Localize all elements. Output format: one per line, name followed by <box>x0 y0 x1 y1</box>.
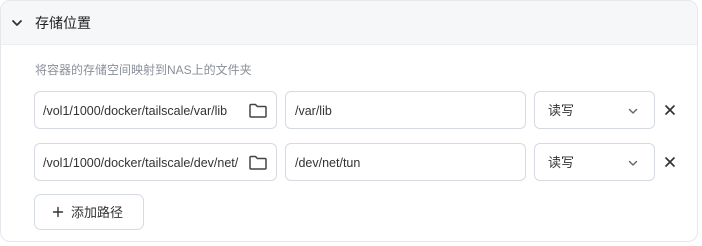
host-path-field[interactable]: /vol1/1000/docker/tailscale/dev/net/ <box>34 143 277 181</box>
mode-select[interactable]: 读写 <box>534 143 655 181</box>
close-icon[interactable] <box>663 155 677 169</box>
add-path-label: 添加路径 <box>71 205 124 220</box>
host-path-value: /vol1/1000/docker/tailscale/var/lib <box>43 104 228 118</box>
container-path-value: /dev/net/tun <box>295 156 361 170</box>
chevron-down-icon <box>628 160 638 166</box>
container-path-field[interactable]: /var/lib <box>285 91 526 129</box>
host-path-value: /vol1/1000/docker/tailscale/dev/net/ <box>43 156 239 170</box>
chevron-down-icon <box>628 108 638 114</box>
add-path-button[interactable]: 添加路径 <box>34 194 144 230</box>
storage-location-panel: 存储位置 将容器的存储空间映射到NAS上的文件夹 /vol1/1000/dock… <box>0 0 698 242</box>
panel-header[interactable]: 存储位置 <box>1 1 697 45</box>
chevron-down-icon[interactable] <box>10 16 24 30</box>
host-path-field[interactable]: /vol1/1000/docker/tailscale/var/lib <box>34 91 277 129</box>
mode-select-value: 读写 <box>548 155 575 170</box>
folder-icon[interactable] <box>248 102 268 119</box>
mode-select[interactable]: 读写 <box>534 91 655 129</box>
folder-icon[interactable] <box>248 154 268 171</box>
mapping-row: /vol1/1000/docker/tailscale/dev/net/ /de… <box>1 143 697 181</box>
container-path-field[interactable]: /dev/net/tun <box>285 143 526 181</box>
mode-select-value: 读写 <box>548 103 575 118</box>
plus-icon <box>52 206 64 218</box>
description-text: 将容器的存储空间映射到NAS上的文件夹 <box>35 63 252 77</box>
panel-title: 存储位置 <box>35 15 91 31</box>
container-path-value: /var/lib <box>295 104 332 118</box>
close-icon[interactable] <box>663 103 677 117</box>
mapping-row: /vol1/1000/docker/tailscale/var/lib /var… <box>1 91 697 129</box>
